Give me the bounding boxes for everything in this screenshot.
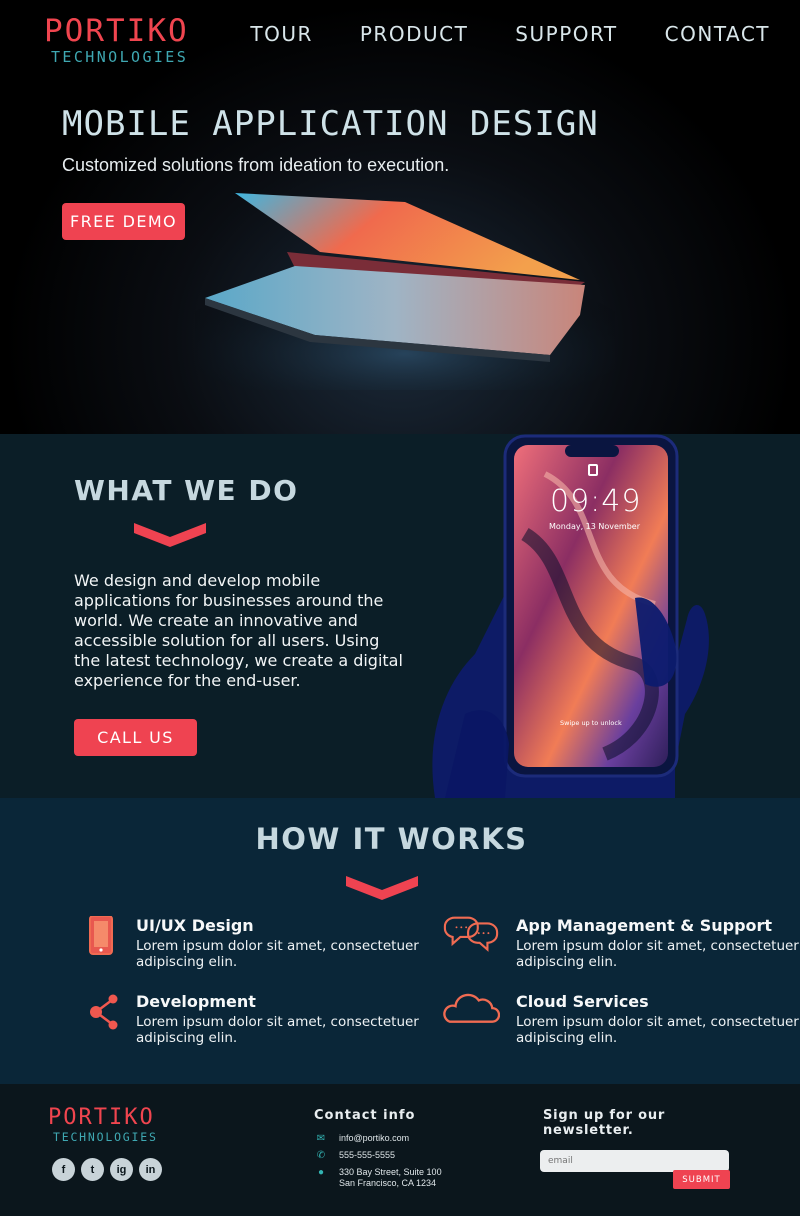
contact-phone-row: ✆ 555-555-5555 [314,1150,442,1161]
address-line-1: 330 Bay Street, Suite 100 [339,1167,442,1177]
share-icon [90,994,118,1030]
newsletter-signup: Sign up for our newsletter. SUBMIT [540,1108,730,1189]
logo-wordmark: PORTIKO [48,1105,155,1130]
newsletter-title: Sign up for our newsletter. [543,1108,666,1138]
phone-icon [89,916,113,955]
call-us-button[interactable]: CALL US [74,719,197,756]
feature-title: Development [136,992,256,1011]
feature-desc: Lorem ipsum dolor sit amet, consectetuer… [136,1014,419,1046]
address-line-2: San Francisco, CA 1234 [339,1178,437,1188]
how-it-works-section: HOW IT WORKS UI/UX Design Lorem ipsum do… [0,798,800,1084]
hero-title: MOBILE APPLICATION DESIGN [62,104,599,144]
location-pin-icon: ● [317,1167,325,1178]
what-title: WHAT WE DO [74,474,299,507]
facebook-icon[interactable]: f [52,1158,75,1181]
social-links: f t ig in [52,1158,162,1181]
contact-title: Contact info [314,1108,416,1123]
nav-tour[interactable]: TOUR [250,22,313,46]
feature-desc: Lorem ipsum dolor sit amet, consectetuer… [136,938,419,970]
what-description: We design and develop mobile application… [74,571,403,690]
main-nav: TOUR PRODUCT SUPPORT CONTACT [203,22,770,46]
submit-button[interactable]: SUBMIT [673,1170,730,1189]
contact-email[interactable]: info@portiko.com [339,1133,409,1144]
feature-title: UI/UX Design [136,916,254,935]
envelope-icon: ✉ [316,1133,326,1144]
linkedin-icon[interactable]: in [139,1158,162,1181]
phone-in-hand-image: 09:49 Monday, 13 November Swipe up to un… [405,434,735,798]
hero-tagline: Customized solutions from ideation to ex… [62,155,450,175]
newsletter-email-input[interactable] [540,1150,729,1172]
what-we-do-section: WHAT WE DO We design and develop mobile … [0,434,800,798]
feature-desc: Lorem ipsum dolor sit amet, consectetuer… [516,938,799,970]
nav-product[interactable]: PRODUCT [360,22,468,46]
phone-unlock-hint: Swipe up to unlock [560,719,622,727]
contact-address: 330 Bay Street, Suite 100 San Francisco,… [339,1167,442,1189]
footer: PORTIKO TECHNOLOGIES f t ig in Contact i… [0,1084,800,1216]
logo-subtitle: TECHNOLOGIES [51,48,189,66]
brand-logo[interactable]: PORTIKO TECHNOLOGIES [44,14,194,66]
chevron-down-icon [134,523,206,547]
phone-handset-icon: ✆ [316,1150,326,1161]
contact-email-row: ✉ info@portiko.com [314,1133,442,1144]
phone-time: 09:49 [550,484,642,519]
hero-section: PORTIKO TECHNOLOGIES TOUR PRODUCT SUPPOR… [0,0,800,434]
contact-info: Contact info ✉ info@portiko.com ✆ 555-55… [314,1108,442,1195]
laptop-image [195,193,615,390]
chat-icon [443,916,499,952]
feature-title: Cloud Services [516,992,649,1011]
phone-date: Monday, 13 November [549,522,641,531]
chevron-down-icon [346,876,418,900]
contact-address-row: ● 330 Bay Street, Suite 100 San Francisc… [314,1167,442,1189]
instagram-icon[interactable]: ig [110,1158,133,1181]
feature-desc: Lorem ipsum dolor sit amet, consectetuer… [516,1014,799,1046]
feature-title: App Management & Support [516,916,773,935]
footer-logo[interactable]: PORTIKO TECHNOLOGIES [48,1105,158,1145]
phone-lock-icon [588,464,598,476]
contact-phone[interactable]: 555-555-5555 [339,1150,395,1161]
how-title: HOW IT WORKS [255,822,528,856]
twitter-icon[interactable]: t [81,1158,104,1181]
nav-contact[interactable]: CONTACT [665,22,770,46]
logo-subtitle: TECHNOLOGIES [53,1130,158,1144]
logo-wordmark: PORTIKO [44,13,189,49]
nav-support[interactable]: SUPPORT [515,22,617,46]
free-demo-button[interactable]: FREE DEMO [62,203,185,240]
cloud-icon [443,993,500,1023]
